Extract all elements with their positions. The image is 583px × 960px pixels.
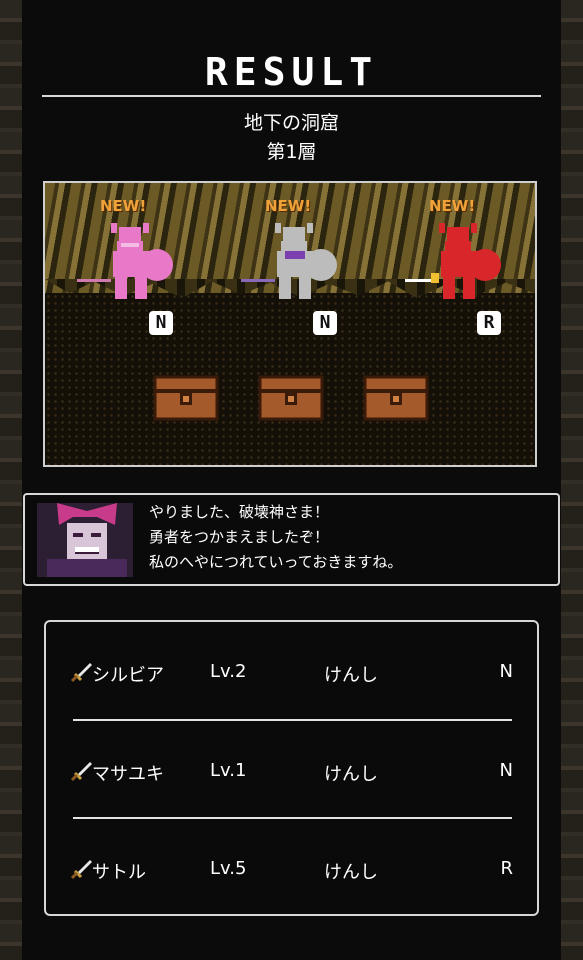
treasure-chest-icon-3 xyxy=(363,375,429,421)
hero-rarity: N xyxy=(499,760,513,781)
new-label-1: NEW! xyxy=(100,197,147,215)
hero-2-body xyxy=(275,223,337,299)
hero-rarity: R xyxy=(500,858,513,879)
hero-rarity: N xyxy=(499,661,513,682)
rarity-badge-1: N xyxy=(149,311,173,335)
hero-1-body xyxy=(111,223,173,299)
treasure-chest-icon-1 xyxy=(153,375,219,421)
hero-name: マサユキ xyxy=(92,764,164,785)
capture-scene: NEW! N NEW! N NEW! R xyxy=(43,181,537,467)
hero-class: けんし xyxy=(324,764,378,785)
hero-level: Lv.1 xyxy=(210,760,247,781)
rarity-badge-2: N xyxy=(313,311,337,335)
hero-sprite-1[interactable] xyxy=(77,221,177,303)
dialogue-line-3: 私のへやにつれていっておきますね。 xyxy=(149,553,403,571)
hero-class: けんし xyxy=(324,665,378,686)
hero-name: サトル xyxy=(92,862,146,883)
sword-icon xyxy=(70,860,92,880)
rarity-badge-3: R xyxy=(477,311,501,335)
hero-row-3[interactable]: サトル Lv.5 けんし R xyxy=(46,850,537,890)
dungeon-name: 地下の洞窟 xyxy=(243,112,339,134)
hero-sprite-2[interactable] xyxy=(241,221,341,303)
floor-label: 第1層 xyxy=(266,141,317,163)
result-title: RESULT xyxy=(204,50,379,94)
hero-name: シルビア xyxy=(92,665,164,686)
hero-sprite-3[interactable] xyxy=(405,221,505,303)
new-label-2: NEW! xyxy=(265,197,312,215)
dialogue-line-2: 勇者をつかまえましたぞ！ xyxy=(149,528,330,546)
captured-heroes-list: シルビア Lv.2 けんし N マサユキ Lv.1 けんし N サトル Lv.5… xyxy=(44,620,539,916)
title-divider xyxy=(42,95,541,97)
hero-row-1[interactable]: シルビア Lv.2 けんし N xyxy=(46,653,537,693)
sword-icon xyxy=(70,762,92,782)
row-divider xyxy=(73,817,512,819)
hero-level: Lv.5 xyxy=(210,858,247,879)
hero-3-body xyxy=(439,223,501,299)
hero-level: Lv.2 xyxy=(210,661,247,682)
new-label-3: NEW! xyxy=(429,197,476,215)
dialogue-line-1: やりました、破壊神さま！ xyxy=(149,503,330,521)
speaker-portrait-icon xyxy=(37,503,133,577)
row-divider xyxy=(73,719,512,721)
sword-icon xyxy=(70,663,92,683)
treasure-chest-icon-2 xyxy=(258,375,324,421)
hero-class: けんし xyxy=(324,862,378,883)
dialogue-box[interactable]: やりました、破壊神さま！ 勇者をつかまえましたぞ！ 私のへやにつれていっておきま… xyxy=(23,493,560,586)
hero-row-2[interactable]: マサユキ Lv.1 けんし N xyxy=(46,752,537,792)
